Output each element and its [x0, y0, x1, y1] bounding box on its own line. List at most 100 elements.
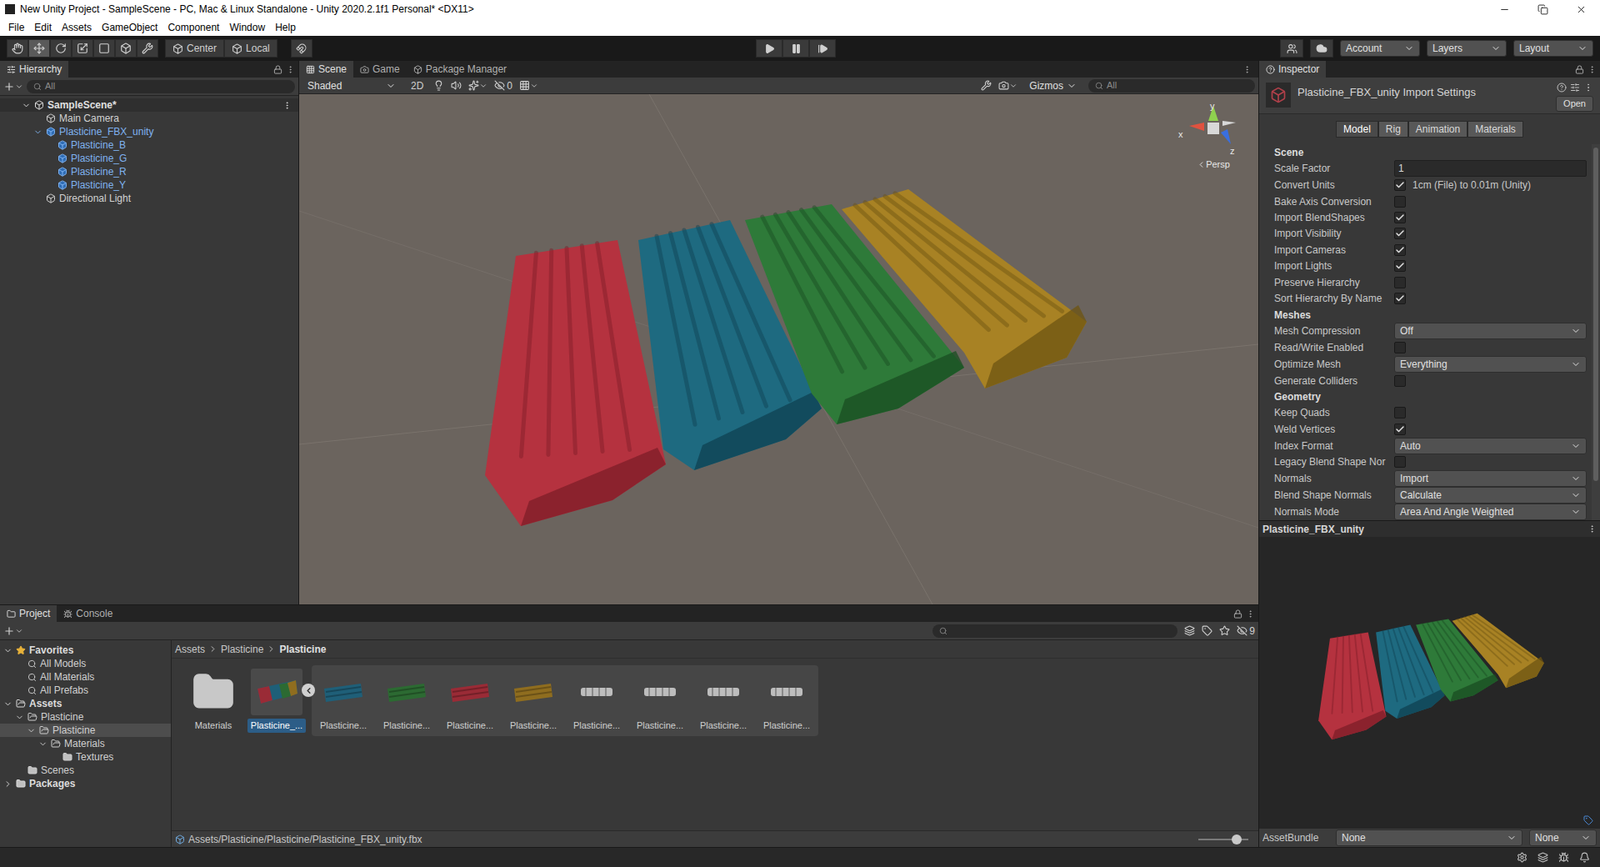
breadcrumb[interactable]: Plasticine [220, 641, 264, 657]
project-tree-item[interactable]: All Models [0, 656, 171, 670]
setting-row[interactable]: Preserve Hierarchy [1274, 274, 1587, 290]
debug-icon[interactable] [1558, 851, 1570, 863]
asset-item[interactable]: Plasticine... [438, 665, 502, 736]
setting-row[interactable]: Mesh CompressionOff [1274, 322, 1587, 340]
checkbox[interactable] [1394, 423, 1406, 435]
play-button[interactable] [782, 39, 810, 58]
project-tree-item[interactable]: Textures [0, 750, 171, 764]
project-tree-item[interactable]: Favorites [0, 643, 171, 657]
hierarchy-item[interactable]: Plasticine_FBX_unity [0, 125, 299, 139]
project-tree-item[interactable]: Plasticine [0, 723, 171, 737]
setting-row[interactable]: Import Lights [1274, 258, 1587, 275]
import-tab[interactable]: Materials [1467, 120, 1524, 138]
hierarchy-item[interactable]: Main Camera [0, 111, 299, 125]
import-tab[interactable]: Model [1335, 120, 1379, 138]
setting-dropdown[interactable]: Area And Angle Weighted [1394, 503, 1587, 520]
menu-icon[interactable] [1245, 609, 1255, 619]
effects-dropdown[interactable] [468, 80, 488, 91]
zoom-slider[interactable] [1198, 838, 1249, 840]
checkbox[interactable] [1394, 455, 1406, 468]
camera-dropdown[interactable] [998, 80, 1018, 91]
lock-icon[interactable] [273, 65, 283, 75]
play-button[interactable] [809, 39, 836, 58]
setting-row[interactable]: Optimize MeshEverything [1274, 355, 1587, 373]
setting-dropdown[interactable]: Off [1394, 322, 1587, 340]
setting-row[interactable]: Import Visibility [1274, 225, 1587, 242]
setting-row[interactable]: NormalsImport [1274, 470, 1587, 487]
asset-bundle-dropdown[interactable]: None [1335, 829, 1523, 846]
project-tree-item[interactable]: All Materials [0, 670, 171, 684]
hidden-packages[interactable]: 9 [1236, 623, 1255, 639]
import-tab[interactable]: Rig [1378, 120, 1409, 138]
setting-row[interactable]: Convert Units1cm (File) to 0.01m (Unity) [1274, 176, 1587, 193]
play-button[interactable] [755, 39, 783, 58]
scene-menu-icon[interactable] [282, 100, 292, 110]
create-button[interactable] [3, 80, 24, 93]
text-field[interactable]: 1 [1394, 160, 1587, 177]
preset-icon[interactable] [1570, 82, 1580, 93]
label-icon[interactable] [1583, 815, 1594, 825]
checkbox[interactable] [1394, 260, 1406, 272]
lock-icon[interactable] [1575, 65, 1585, 75]
layers-dropdown[interactable]: Layers [1426, 40, 1507, 57]
asset-item[interactable]: Plasticine... [501, 665, 565, 736]
checkbox[interactable] [1394, 179, 1406, 191]
setting-row[interactable]: Sort Hierarchy By Name [1274, 290, 1587, 307]
hierarchy-item[interactable]: Plasticine_G [0, 151, 299, 165]
breadcrumb[interactable]: Plasticine [279, 641, 326, 657]
asset-item[interactable]: Plasticine... [691, 665, 755, 736]
setting-row[interactable]: Generate Colliders [1274, 372, 1587, 389]
menu-icon[interactable] [285, 65, 295, 75]
asset-item[interactable]: Plasticine... [755, 665, 819, 736]
cache-icon[interactable] [1537, 851, 1549, 863]
scene-viewport[interactable]: yxzPersp [299, 94, 1259, 605]
scene-tab[interactable]: Package Manager [406, 60, 514, 78]
progress-icon[interactable] [1516, 851, 1528, 863]
collab-button[interactable] [1280, 39, 1304, 58]
hidden-objects[interactable]: 0 [494, 78, 513, 94]
filter-type-icon[interactable] [1184, 625, 1195, 636]
checkbox[interactable] [1394, 211, 1406, 224]
menu-icon[interactable] [1587, 65, 1597, 75]
asset-item[interactable]: Plasticine_... [245, 665, 309, 736]
projection-toggle[interactable]: Persp [1196, 157, 1230, 172]
account-dropdown[interactable]: Account [1340, 40, 1420, 57]
scene-tab[interactable]: Game [353, 60, 407, 78]
menu-icon[interactable] [1583, 82, 1594, 93]
foldout-open-icon[interactable] [3, 645, 13, 655]
foldout-open-icon[interactable] [3, 699, 13, 709]
lock-icon[interactable] [1233, 609, 1243, 619]
foldout-closed-icon[interactable] [3, 779, 13, 789]
layout-dropdown[interactable]: Layout [1513, 40, 1594, 57]
setting-dropdown[interactable]: Calculate [1394, 486, 1587, 504]
project-tree-item[interactable]: Assets [0, 696, 171, 710]
hierarchy-item[interactable]: Plasticine_B [0, 138, 299, 152]
favorite-icon[interactable] [1219, 625, 1230, 636]
foldout-open-icon[interactable] [33, 127, 43, 137]
checkbox[interactable] [1394, 195, 1406, 208]
foldout-open-icon[interactable] [26, 725, 36, 735]
window-control[interactable] [1485, 0, 1524, 19]
window-control[interactable] [1561, 0, 1600, 19]
setting-row[interactable]: Legacy Blend Shape Nor [1274, 454, 1587, 470]
setting-row[interactable]: Scale Factor1 [1274, 160, 1587, 177]
asset-item[interactable]: Plasticine... [311, 665, 375, 736]
asset-item[interactable]: Plasticine... [375, 665, 439, 736]
checkbox[interactable] [1394, 276, 1406, 289]
notification-icon[interactable] [1579, 851, 1590, 863]
setting-row[interactable]: Read/Write Enabled [1274, 339, 1587, 355]
project-tab[interactable]: Console [56, 605, 120, 622]
menu-item[interactable]: Help [270, 20, 301, 35]
project-tree-item[interactable]: All Prefabs [0, 683, 171, 697]
setting-dropdown[interactable]: Import [1394, 470, 1587, 487]
setting-row[interactable]: Keep Quads [1274, 405, 1587, 421]
audio-icon[interactable] [450, 80, 462, 91]
hierarchy-item[interactable]: Plasticine_R [0, 165, 299, 179]
project-tree-item[interactable]: Scenes [0, 763, 171, 777]
hierarchy-search[interactable]: All [26, 80, 295, 94]
window-control[interactable] [1523, 0, 1562, 19]
help-icon[interactable] [1556, 82, 1567, 93]
foldout-open-icon[interactable] [21, 100, 31, 110]
checkbox[interactable] [1394, 227, 1406, 240]
project-tree-item[interactable]: Plasticine [0, 710, 171, 724]
